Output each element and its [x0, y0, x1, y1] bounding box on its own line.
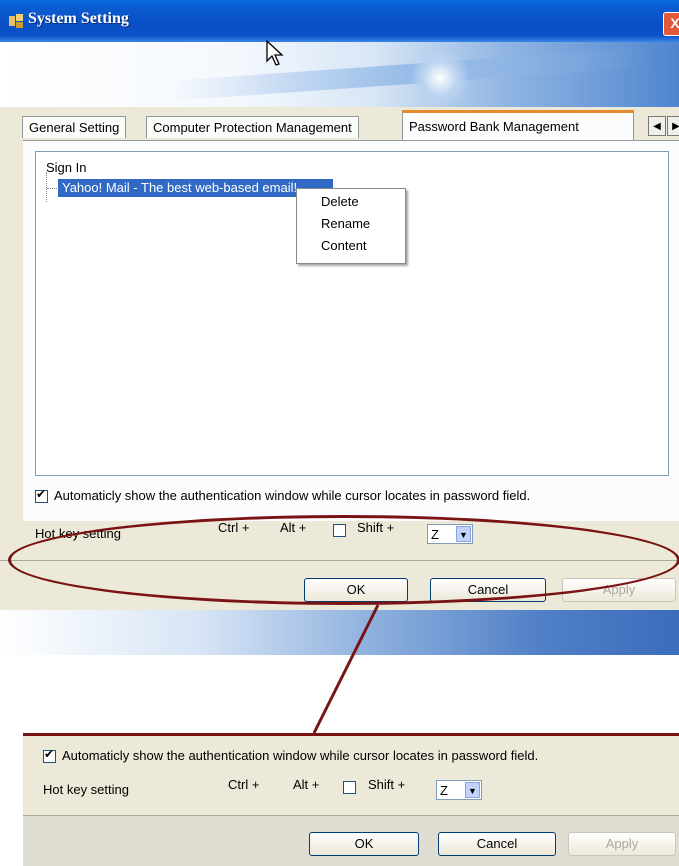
zoomed-inset: ✔ Automaticly show the authentication win…	[23, 733, 679, 866]
zoom-hotkey-select-value: Z	[440, 783, 448, 798]
zoom-cancel-button[interactable]: Cancel	[438, 832, 556, 856]
zoom-apply-button[interactable]: Apply	[568, 832, 676, 856]
zoom-ok-button[interactable]: OK	[309, 832, 419, 856]
chevron-down-icon[interactable]: ▼	[465, 782, 480, 798]
zoom-shift-checkbox[interactable]	[343, 779, 356, 795]
zoom-alt-label: Alt +	[293, 777, 320, 792]
zoom-hotkey-select[interactable]: Z ▼	[436, 780, 482, 800]
zoom-shift-label: Shift +	[368, 777, 406, 792]
checkmark-icon: ✔	[44, 747, 55, 762]
zoom-button-area: OK Cancel Apply	[23, 816, 679, 866]
zoom-auth-window-option: ✔ Automaticly show the authentication win…	[43, 747, 539, 764]
zoom-ctrl-label: Ctrl +	[228, 777, 260, 792]
zoom-hotkey-label: Hot key setting	[43, 782, 129, 797]
zoom-auth-window-label: Automaticly show the authentication wind…	[62, 748, 539, 763]
